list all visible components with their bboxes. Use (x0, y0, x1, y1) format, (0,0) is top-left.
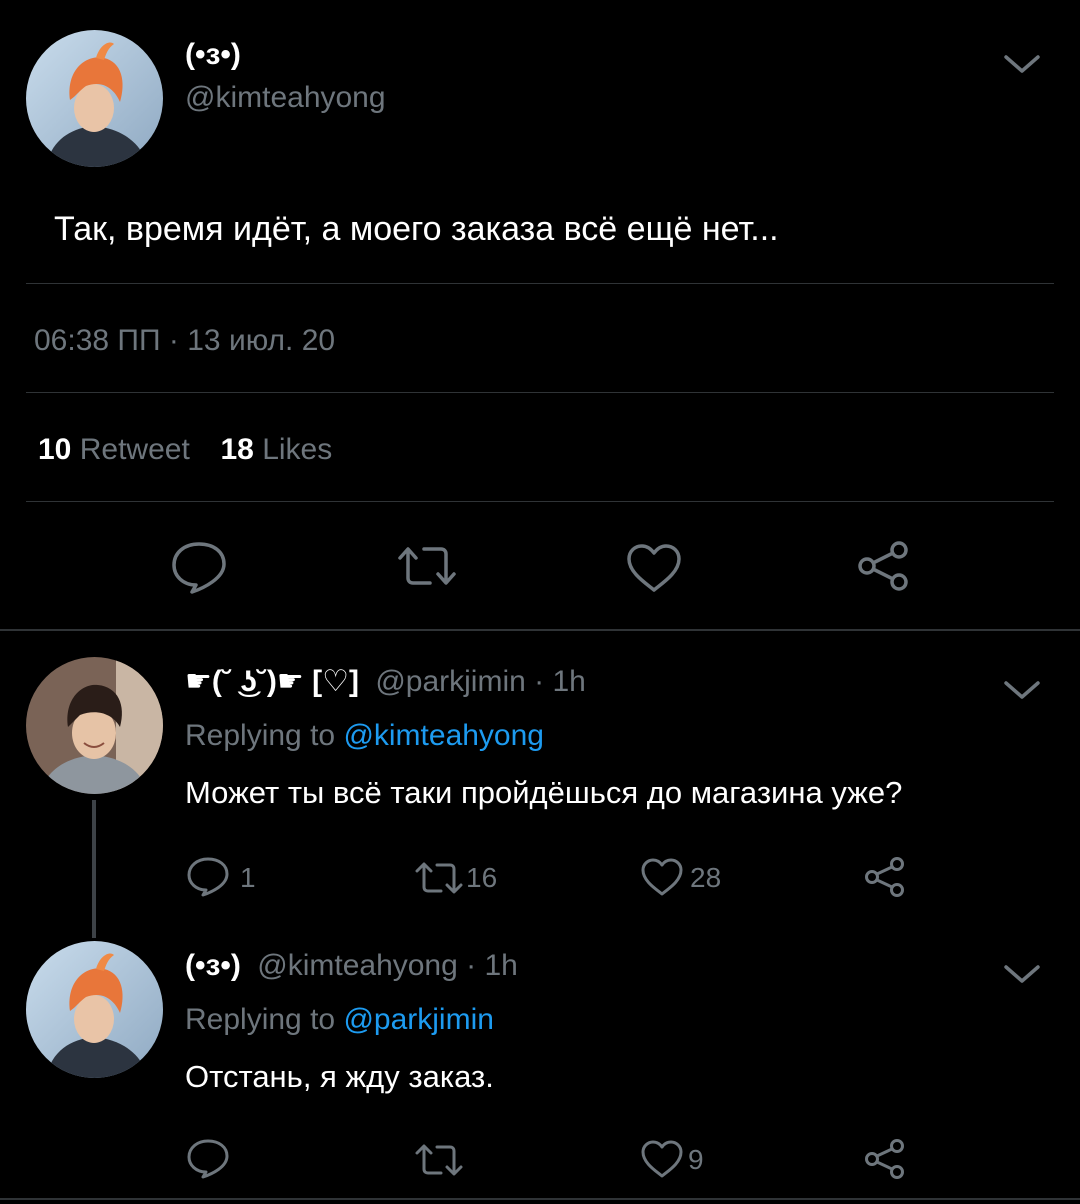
reply-header: (•з•) @kimteahyong · 1h (185, 948, 518, 984)
engagement-stats: 10 Retweet 18 Likes (38, 432, 332, 468)
avatar[interactable] (26, 941, 163, 1078)
retweets-label: Retweet (79, 433, 190, 466)
display-name[interactable]: (•з•) (185, 38, 241, 72)
thread-connector (92, 800, 96, 938)
like-count: 9 (688, 1144, 704, 1175)
likes-stat[interactable]: 18 Likes (220, 433, 332, 466)
tweet-date: 13 июл. 20 (187, 324, 336, 357)
like-icon[interactable] (640, 857, 684, 897)
reply-time: · 1h (466, 949, 518, 982)
tweet-text: Так, время идёт, а моего заказа всё ещё … (54, 210, 779, 248)
display-name[interactable]: (•з•) (185, 949, 241, 982)
like-count: 28 (690, 862, 722, 893)
handle[interactable]: @kimteahyong (257, 949, 458, 982)
retweets-stat[interactable]: 10 Retweet (38, 433, 198, 466)
replying-prefix: Replying to (185, 719, 336, 752)
likes-count: 18 (220, 433, 254, 466)
tweet-time: 06:38 ПП (34, 324, 161, 357)
retweet-icon[interactable] (396, 544, 458, 588)
reply-text: Отстань, я жду заказ. (185, 1059, 494, 1094)
retweet-count: 16 (466, 862, 498, 893)
section-divider (0, 629, 1080, 631)
divider (26, 392, 1054, 393)
display-name[interactable]: ☛(˘ ͜ʖ˘)☛ [♡] (185, 665, 359, 698)
separator: · (168, 324, 179, 357)
chevron-down-icon[interactable] (1002, 50, 1042, 78)
chevron-down-icon[interactable] (1002, 676, 1042, 704)
avatar[interactable] (26, 657, 163, 794)
handle[interactable]: @parkjimin (375, 665, 525, 698)
timestamp: 06:38 ПП · 13 июл. 20 (34, 323, 335, 359)
share-icon[interactable] (862, 1137, 906, 1181)
share-icon[interactable] (854, 538, 912, 594)
retweet-icon[interactable] (414, 860, 464, 896)
chevron-down-icon[interactable] (1002, 960, 1042, 988)
mention-link[interactable]: @parkjimin (343, 1003, 493, 1036)
retweets-count: 10 (38, 433, 72, 466)
reply-icon[interactable] (170, 540, 228, 594)
like-icon[interactable] (625, 542, 683, 594)
divider (26, 283, 1054, 284)
reply-count: 1 (240, 862, 256, 893)
section-divider (0, 1198, 1080, 1200)
share-icon[interactable] (862, 855, 906, 899)
divider (26, 501, 1054, 502)
handle[interactable]: @kimteahyong (185, 80, 386, 116)
reply-time: · 1h (534, 665, 586, 698)
reply-text: Может ты всё таки пройдёшься до магазина… (185, 775, 903, 810)
likes-label: Likes (262, 433, 333, 466)
mention-link[interactable]: @kimteahyong (343, 719, 544, 752)
replying-prefix: Replying to (185, 1003, 336, 1036)
replying-to: Replying to @kimteahyong (185, 718, 544, 754)
retweet-icon[interactable] (414, 1142, 464, 1178)
avatar[interactable] (26, 30, 163, 167)
replying-to: Replying to @parkjimin (185, 1002, 494, 1038)
like-icon[interactable] (640, 1139, 684, 1179)
reply-icon[interactable] (186, 856, 230, 898)
reply-header: ☛(˘ ͜ʖ˘)☛ [♡] @parkjimin · 1h (185, 664, 586, 700)
reply-icon[interactable] (186, 1138, 230, 1180)
